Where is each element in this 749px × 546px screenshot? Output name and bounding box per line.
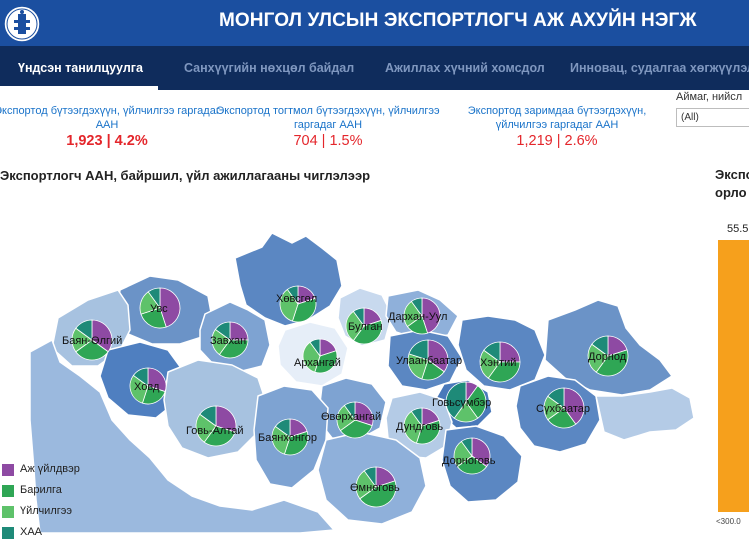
legend-label: ХАА (20, 526, 43, 538)
stat-occasional-exporters: Экспортод заримдаа бүтээгдэхүүн, үйлчилг… (442, 104, 672, 149)
province-label: Булган (348, 321, 383, 333)
legend-swatch (2, 506, 14, 518)
tab-financial-status[interactable]: Санхүүгийн нөхцөл байдал (184, 61, 354, 75)
tab-labor-shortage[interactable]: Ажиллах хүчний хомсдол (385, 61, 545, 75)
right-bar[interactable] (718, 240, 749, 512)
province-label: Баянхонгор (258, 432, 317, 444)
mongolia-province-map: Увс Хөвсгөл Баян-Өлгий Завхан Булган Дархан-У… (29, 232, 695, 533)
province-label: Дорнод (588, 351, 627, 363)
province-label: Говь-Алтай (186, 425, 244, 437)
stat-value: 1,923 | 4.2% (66, 133, 148, 149)
province-filter-select[interactable]: (All) (676, 108, 749, 127)
province-label: Ховд (134, 381, 160, 393)
province-label: Хэнтий (480, 357, 516, 369)
province-label: Дархан-Уул (388, 311, 447, 323)
province-label: Дорноговь (442, 455, 496, 467)
page-title: МОНГОЛ УЛСЫН ЭКСПОРТЛОГЧ АЖ АХУЙН НЭГЖ (219, 10, 697, 31)
country-outline-east (595, 387, 695, 441)
province-label: Сүхбаатар (536, 403, 590, 415)
main-nav: Үндсэн танилцуулга Санхүүгийн нөхцөл бай… (0, 46, 749, 90)
legend-label: Аж үйлдвэр (20, 463, 80, 475)
page-header: МОНГОЛ УЛСЫН ЭКСПОРТЛОГЧ АЖ АХУЙН НЭГЖ (0, 0, 749, 46)
province-filter-label: Аймаг, нийсл (676, 91, 743, 103)
province-label: Баян-Өлгий (62, 335, 122, 347)
province-label: Говьсүмбэр (432, 397, 491, 409)
province-label: Дундговь (396, 421, 443, 433)
stat-label: Экспортод тогтмол бүтээгдэхүүн, үйлчилгэ… (216, 105, 440, 131)
right-bar-value: 55.5 (727, 223, 749, 235)
province-label: Өвөрхангай (321, 411, 381, 423)
province-label: Хөвсгөл (276, 293, 317, 305)
province-label: Увс (150, 303, 168, 315)
province-label: Архангай (294, 357, 341, 369)
stat-value: 1,219 | 2.6% (516, 133, 598, 149)
stat-regular-exporters: Экспортод тогтмол бүтээгдэхүүн, үйлчилгэ… (213, 104, 443, 149)
province-label: Өмнөговь (350, 482, 400, 494)
legend-label: Барилга (20, 484, 62, 496)
right-panel-title: Экспо орло (715, 166, 749, 202)
right-axis-label: <300.0 (716, 517, 741, 526)
right-panel-title-line2: орло (715, 185, 747, 200)
map-section-title: Экспортлогч ААН, байршил, үйл ажиллагаан… (0, 168, 371, 183)
stat-label: Экспортод бүтээгдэхүүн, үйлчилгээ гаргад… (0, 105, 220, 131)
province-label: Завхан (210, 335, 246, 347)
stat-exporting-firms: Экспортод бүтээгдэхүүн, үйлчилгээ гаргад… (0, 104, 222, 149)
stat-value: 704 | 1.5% (293, 133, 363, 149)
tab-overview[interactable]: Үндсэн танилцуулга (18, 61, 143, 75)
right-panel-title-line1: Экспо (715, 167, 749, 182)
legend-label: Үйлчилгээ (20, 505, 72, 517)
province-label: Улаанбаатар (396, 355, 462, 367)
soyombo-emblem-icon (3, 5, 41, 43)
stat-label: Экспортод заримдаа бүтээгдэхүүн, үйлчилг… (467, 105, 647, 131)
tab-innovation-research[interactable]: Инновац, судалгаа хөгжүүлэлт (570, 61, 749, 75)
legend-swatch (2, 485, 14, 497)
legend-swatch (2, 464, 14, 476)
active-tab-indicator (0, 86, 158, 90)
legend-swatch (2, 527, 14, 539)
